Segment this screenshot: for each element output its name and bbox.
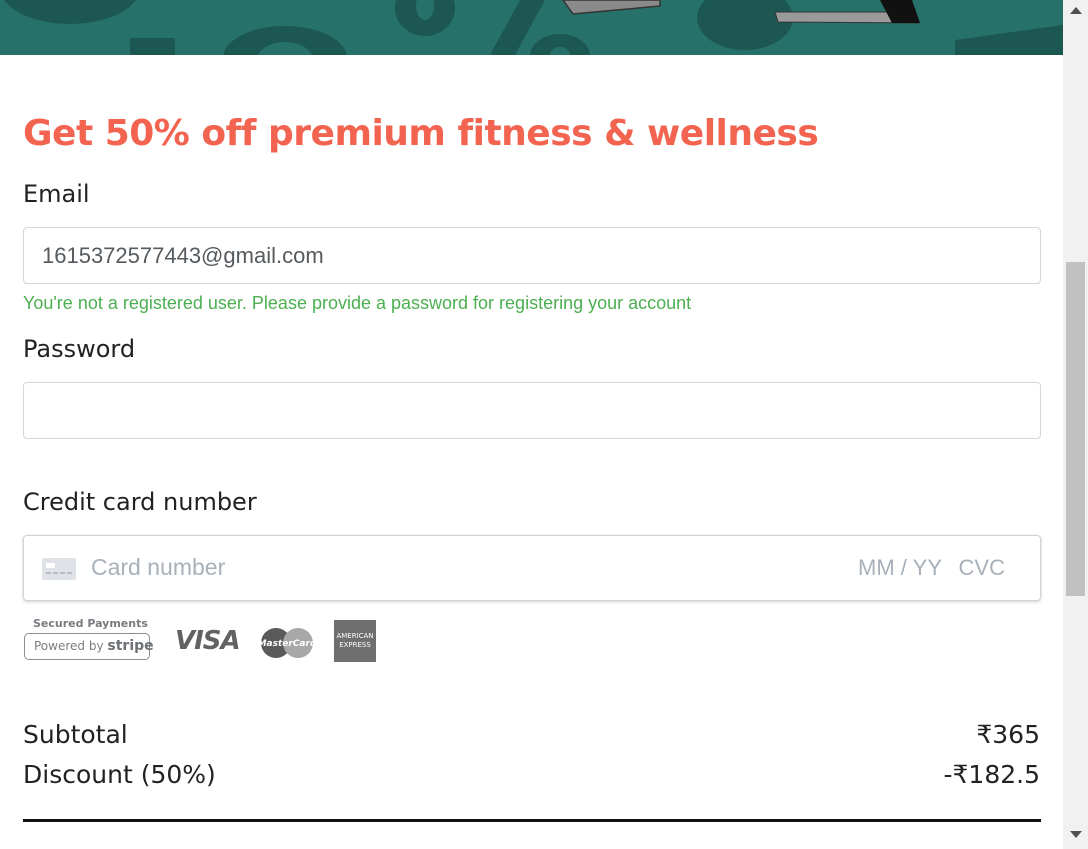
visa-logo: VISA bbox=[175, 626, 241, 656]
discount-label: Discount (50%) bbox=[23, 760, 216, 789]
email-field-container bbox=[23, 227, 1041, 284]
powered-by-stripe-badge: Powered by stripe bbox=[24, 633, 154, 660]
credit-card-icon bbox=[42, 558, 76, 580]
password-input[interactable] bbox=[24, 383, 1040, 438]
email-label: Email bbox=[23, 180, 90, 208]
subtotal-label: Subtotal bbox=[23, 720, 128, 749]
mastercard-wordmark: MasterCard bbox=[258, 639, 317, 649]
email-input[interactable] bbox=[24, 228, 1040, 283]
checkout-panel: Get 50% off premium fitness & wellness E… bbox=[0, 0, 1063, 849]
password-field-container bbox=[23, 382, 1041, 439]
scroll-down-arrow-icon[interactable] bbox=[1070, 831, 1082, 838]
discount-row: Discount (50%) -₹182.5 bbox=[23, 760, 1040, 794]
amex-wordmark-line2: EXPRESS bbox=[339, 641, 371, 649]
stripe-wordmark: stripe bbox=[107, 638, 154, 654]
mastercard-logo: MasterCard bbox=[258, 628, 317, 658]
card-expiry-placeholder[interactable]: MM / YY bbox=[858, 555, 942, 581]
amex-wordmark-line1: AMERICAN bbox=[336, 632, 373, 640]
checkout-page: Get 50% off premium fitness & wellness E… bbox=[0, 0, 1088, 849]
page-title: Get 50% off premium fitness & wellness bbox=[23, 113, 819, 154]
vertical-scrollbar[interactable] bbox=[1063, 0, 1088, 849]
card-cvc-placeholder[interactable]: CVC bbox=[959, 555, 1005, 581]
card-number-placeholder[interactable]: Card number bbox=[91, 554, 225, 581]
subtotal-value: ₹365 bbox=[976, 720, 1040, 749]
amex-logo: AMERICAN EXPRESS bbox=[334, 620, 376, 662]
promo-banner-image bbox=[0, 0, 1063, 55]
powered-by-text: Powered by bbox=[34, 639, 104, 653]
scrollbar-thumb[interactable] bbox=[1066, 262, 1085, 596]
discount-value: -₹182.5 bbox=[943, 760, 1041, 789]
subtotal-row: Subtotal ₹365 bbox=[23, 720, 1040, 754]
summary-divider bbox=[23, 819, 1041, 822]
scroll-up-arrow-icon[interactable] bbox=[1070, 7, 1082, 14]
payment-badges: Secured Payments Powered by stripe VISA … bbox=[23, 614, 403, 674]
password-label: Password bbox=[23, 335, 136, 363]
credit-card-label: Credit card number bbox=[23, 488, 257, 516]
credit-card-input[interactable]: Card number MM / YY CVC bbox=[23, 535, 1041, 601]
email-helper-text: You're not a registered user. Please pro… bbox=[23, 293, 692, 313]
secured-payments-caption: Secured Payments bbox=[33, 617, 148, 630]
